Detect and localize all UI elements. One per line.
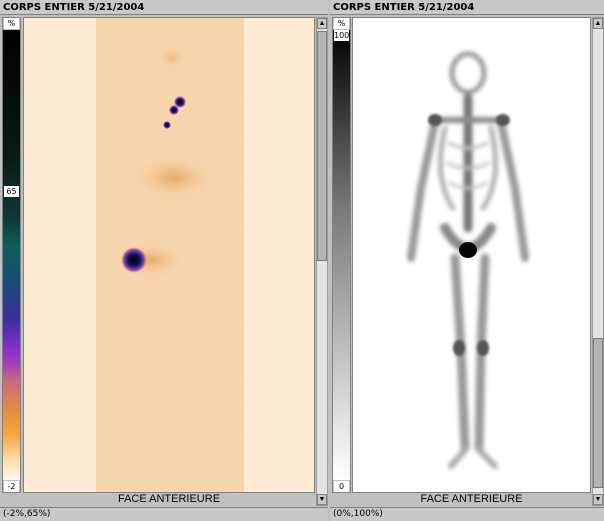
left-scroll-thumb[interactable] [317, 31, 327, 261]
left-color-scale: % 65 -2 [2, 17, 21, 493]
right-scan-image[interactable] [352, 17, 591, 493]
right-gray-scale: % 100 0 [332, 17, 351, 493]
left-status-bar: (-2%,65%) [0, 507, 328, 521]
left-image-panel: CORPS ENTIER 5/21/2004 % 65 -2 ▲ ▼ FACE … [0, 0, 328, 521]
right-image-panel: CORPS ENTIER 5/21/2004 % 100 0 ▲ ▼ FACE … [330, 0, 604, 521]
left-scale-gradient [3, 30, 20, 480]
upper-uptake-region [158, 46, 186, 70]
left-scan-graphic [24, 18, 314, 492]
diffuse-uptake-region [134, 156, 214, 200]
knee-uptake [477, 340, 489, 356]
bladder-activity [459, 242, 477, 258]
arrow-up-icon[interactable]: ▲ [593, 18, 603, 29]
arrow-up-icon[interactable]: ▲ [317, 18, 327, 29]
shoulder-uptake [496, 114, 510, 126]
left-panel-title: CORPS ENTIER 5/21/2004 [0, 0, 328, 15]
left-scale-unit-label: % [4, 18, 19, 29]
right-scale-gradient [333, 30, 350, 480]
right-skeleton-graphic [353, 18, 590, 492]
right-scale-unit-label: % [334, 18, 349, 29]
primary-hot-spot [121, 247, 147, 273]
right-vertical-scrollbar[interactable]: ▲ ▼ [592, 17, 604, 506]
right-panel-title: CORPS ENTIER 5/21/2004 [330, 0, 604, 15]
hot-spot [163, 121, 171, 129]
right-scroll-thumb[interactable] [593, 338, 603, 488]
right-scale-min-label: 0 [334, 481, 349, 492]
arrow-down-icon[interactable]: ▼ [593, 494, 603, 505]
right-scale-max-label: 100 [334, 30, 350, 41]
left-vertical-scrollbar[interactable]: ▲ ▼ [316, 17, 328, 506]
left-view-label: FACE ANTERIEURE [23, 493, 315, 506]
left-scale-mid-label: 65 [4, 186, 19, 197]
left-scale-min-label: -2 [4, 481, 19, 492]
arrow-down-icon[interactable]: ▼ [317, 494, 327, 505]
shoulder-uptake [428, 114, 442, 126]
right-view-label: FACE ANTERIEURE [352, 493, 591, 506]
left-scan-image[interactable] [23, 17, 315, 493]
right-status-bar: (0%,100%) [330, 507, 604, 521]
hot-spot [169, 105, 179, 115]
knee-uptake [453, 340, 465, 356]
